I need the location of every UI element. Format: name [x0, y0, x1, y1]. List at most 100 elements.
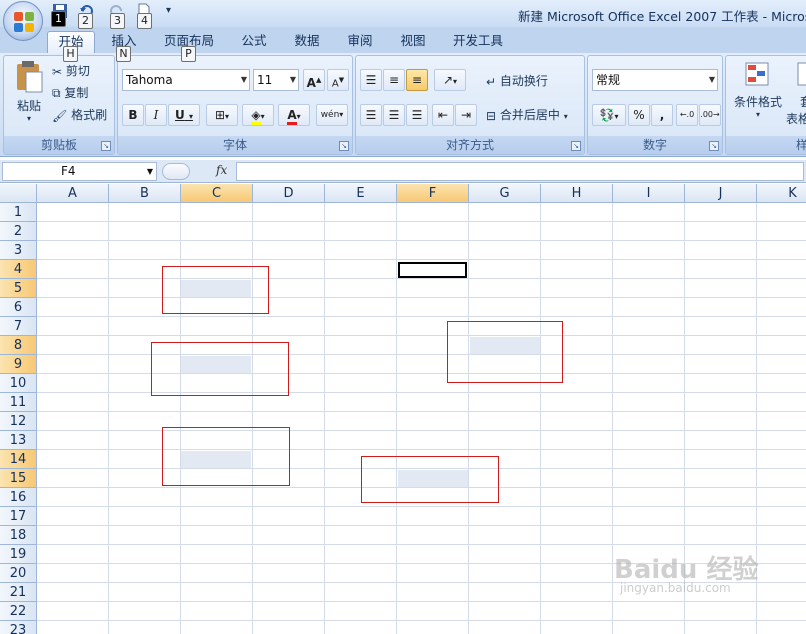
decrease-decimal-button[interactable]: .00→ — [699, 104, 721, 126]
alignment-launcher-icon[interactable]: ↘ — [571, 141, 581, 151]
tab-review[interactable]: 审阅 — [336, 31, 384, 53]
row-header-13[interactable]: 13 — [0, 431, 37, 450]
font-name-combo[interactable]: Tahoma ▼ — [122, 69, 250, 91]
tab-data[interactable]: 数据 — [283, 31, 331, 53]
align-right-button[interactable]: ☰ — [406, 104, 428, 126]
number-launcher-icon[interactable]: ↘ — [709, 141, 719, 151]
row-header-7[interactable]: 7 — [0, 317, 37, 336]
column-header-e[interactable]: E — [325, 184, 397, 203]
column-header-b[interactable]: B — [109, 184, 181, 203]
alignment-group: ☰ ≡ ≡ ↗▾ ↵ 自动换行 ☰ ☰ ☰ ⇤ ⇥ ⊟ 合并后居中 ▾ 对齐方式… — [355, 55, 585, 155]
bold-button[interactable]: B — [122, 104, 144, 126]
chevron-down-icon: ▼ — [146, 167, 153, 176]
select-all-button[interactable] — [0, 184, 37, 203]
wrap-text-button[interactable]: ↵ 自动换行 — [486, 72, 548, 89]
row-header-21[interactable]: 21 — [0, 583, 37, 602]
row-header-9[interactable]: 9 — [0, 355, 37, 374]
shrink-font-button[interactable]: A▼ — [327, 69, 349, 91]
increase-indent-button[interactable]: ⇥ — [455, 104, 477, 126]
number-format-combo[interactable]: 常规 ▼ — [592, 69, 718, 91]
column-header-i[interactable]: I — [613, 184, 685, 203]
decrease-indent-button[interactable]: ⇤ — [432, 104, 454, 126]
format-as-table-button[interactable]: 套 表格 — [786, 60, 806, 127]
align-left-button[interactable]: ☰ — [360, 104, 382, 126]
grow-font-button[interactable]: A▲ — [303, 69, 325, 91]
row-header-4[interactable]: 4 — [0, 260, 37, 279]
paste-button[interactable]: 粘贴 ▾ — [10, 60, 48, 130]
row-header-11[interactable]: 11 — [0, 393, 37, 412]
row-header-16[interactable]: 16 — [0, 488, 37, 507]
title-bar: ▾ 1 2 3 4 新建 Microsoft Office Excel 2007… — [0, 0, 806, 41]
row-header-10[interactable]: 10 — [0, 374, 37, 393]
format-painter-label: 格式刷 — [71, 108, 108, 122]
column-header-h[interactable]: H — [541, 184, 613, 203]
font-size-combo[interactable]: 11 ▼ — [253, 69, 299, 91]
italic-button[interactable]: I — [145, 104, 167, 126]
currency-icon: 💱 — [599, 108, 615, 122]
copy-button[interactable]: ⧉ 复制 — [52, 84, 88, 101]
row-header-14[interactable]: 14 — [0, 450, 37, 469]
column-header-c[interactable]: C — [181, 184, 253, 203]
row-header-23[interactable]: 23 — [0, 621, 37, 634]
worksheet-grid[interactable]: ABCDEFGHIJK 1 2 3 4 5 6 7 8 9 10 11 12 13 14 15 16 17 18 1… — [0, 184, 806, 634]
row-header-8[interactable]: 8 — [0, 336, 37, 355]
row-header-22[interactable]: 22 — [0, 602, 37, 621]
column-header-g[interactable]: G — [469, 184, 541, 203]
row-header-19[interactable]: 19 — [0, 545, 37, 564]
keytip-1: 1 — [51, 11, 66, 27]
row-header-18[interactable]: 18 — [0, 526, 37, 545]
column-header-d[interactable]: D — [253, 184, 325, 203]
tab-developer[interactable]: 开发工具 — [444, 31, 512, 53]
expand-formula-icon[interactable] — [162, 163, 190, 180]
keytip-2: 2 — [78, 13, 93, 29]
conditional-format-button[interactable]: 条件格式 ▾ — [730, 60, 786, 119]
percent-button[interactable]: % — [628, 104, 650, 126]
styles-group: 条件格式 ▾ 套 表格 样 — [725, 55, 806, 155]
align-center-button[interactable]: ☰ — [383, 104, 405, 126]
paste-icon — [17, 61, 43, 93]
align-middle-button[interactable]: ≡ — [383, 69, 405, 91]
clipboard-group-label: 剪贴板 — [4, 136, 114, 154]
row-header-12[interactable]: 12 — [0, 412, 37, 431]
column-header-k[interactable]: K — [757, 184, 806, 203]
font-launcher-icon[interactable]: ↘ — [339, 141, 349, 151]
column-header-j[interactable]: J — [685, 184, 757, 203]
font-size-value: 11 — [257, 73, 273, 87]
merge-center-button[interactable]: ⊟ 合并后居中 ▾ — [486, 106, 568, 123]
orientation-button[interactable]: ↗▾ — [434, 69, 466, 91]
name-box[interactable]: F4 ▼ — [2, 162, 157, 181]
underline-button[interactable]: U ▾ — [168, 104, 200, 126]
row-header-3[interactable]: 3 — [0, 241, 37, 260]
column-header-a[interactable]: A — [37, 184, 109, 203]
customize-qat-icon[interactable]: ▾ — [166, 3, 184, 21]
tab-view[interactable]: 视图 — [389, 31, 437, 53]
comma-button[interactable]: , — [651, 104, 673, 126]
align-bottom-button[interactable]: ≡ — [406, 69, 428, 91]
borders-button[interactable]: ⊞▾ — [206, 104, 238, 126]
row-header-5[interactable]: 5 — [0, 279, 37, 298]
chevron-down-icon: ▼ — [708, 75, 715, 84]
fill-color-button[interactable]: ◈▾ — [242, 104, 274, 126]
phonetic-button[interactable]: wén▾ — [316, 104, 348, 126]
row-header-6[interactable]: 6 — [0, 298, 37, 317]
insert-function-button[interactable]: fx — [216, 163, 227, 177]
row-header-20[interactable]: 20 — [0, 564, 37, 583]
row-header-1[interactable]: 1 — [0, 203, 37, 222]
row-header-15[interactable]: 15 — [0, 469, 37, 488]
format-painter-button[interactable]: 🖌 格式刷 — [52, 106, 107, 123]
align-top-button[interactable]: ☰ — [360, 69, 382, 91]
row-header-17[interactable]: 17 — [0, 507, 37, 526]
formula-input[interactable] — [236, 162, 804, 181]
active-cell-F4[interactable] — [398, 262, 467, 278]
conditional-format-label: 条件格式 — [733, 95, 782, 109]
font-color-button[interactable]: A▾ — [278, 104, 310, 126]
tab-formulas[interactable]: 公式 — [230, 31, 278, 53]
clipboard-launcher-icon[interactable]: ↘ — [101, 141, 111, 151]
row-header-2[interactable]: 2 — [0, 222, 37, 241]
office-button[interactable] — [3, 1, 43, 41]
cut-button[interactable]: ✂ 剪切 — [52, 62, 90, 79]
accounting-button[interactable]: 💱▾ — [592, 104, 626, 126]
increase-decimal-button[interactable]: ←.0 — [676, 104, 698, 126]
column-header-f[interactable]: F — [397, 184, 469, 203]
cut-label: 剪切 — [65, 64, 90, 78]
